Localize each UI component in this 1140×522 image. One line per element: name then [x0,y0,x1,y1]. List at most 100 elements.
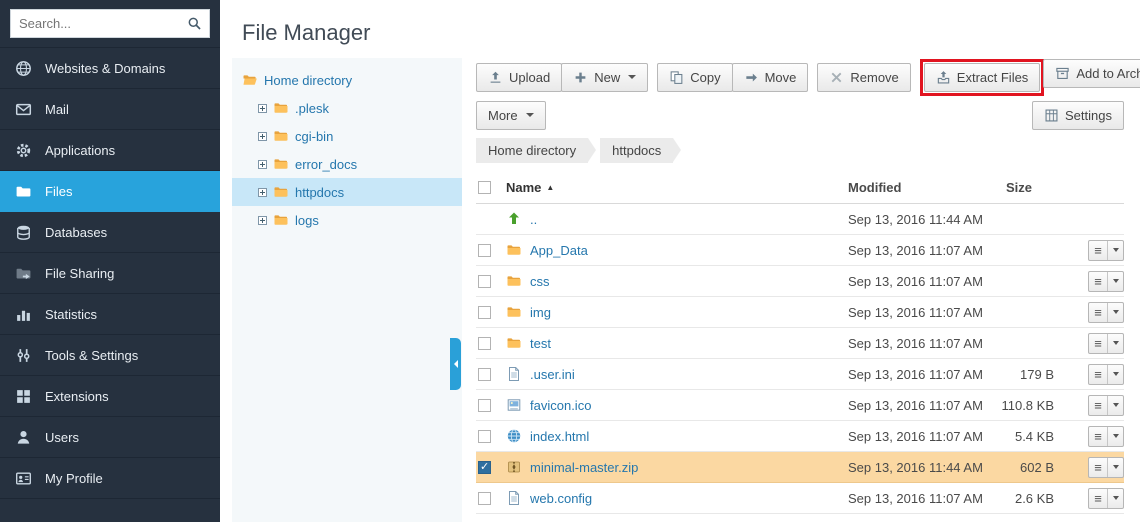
new-button[interactable]: New [561,63,648,92]
copy-button[interactable]: Copy [657,63,732,92]
breadcrumb-home-directory[interactable]: Home directory [476,138,588,163]
file-name-link[interactable]: favicon.ico [530,398,591,413]
sidebar-item-tools-settings[interactable]: Tools & Settings [0,335,220,376]
row-checkbox[interactable] [478,492,491,505]
file-row-test[interactable]: test Sep 13, 2016 11:07 AM ≡ [476,328,1124,359]
zip-file-icon [506,459,530,475]
statistics-icon [15,306,32,323]
file-table-header: Name ▲ Modified Size [476,172,1124,204]
column-header-modified[interactable]: Modified [848,180,998,195]
row-menu-button[interactable]: ≡ [1088,240,1124,261]
chevron-down-icon [1108,396,1123,415]
row-checkbox[interactable] [478,368,491,381]
add-to-archive-label: Add to Archive [1076,66,1140,81]
file-name-link[interactable]: .user.ini [530,367,575,382]
tree-item-error-docs[interactable]: error_docs [232,150,462,178]
row-menu-button[interactable]: ≡ [1088,271,1124,292]
chevron-down-icon [1108,427,1123,446]
tree-item-logs[interactable]: logs [232,206,462,234]
sidebar-item-files[interactable]: Files [0,171,220,212]
move-button[interactable]: Move [732,63,809,92]
row-checkbox[interactable] [478,430,491,443]
row-checkbox[interactable] [478,337,491,350]
file-row-favicon-ico[interactable]: favicon.ico Sep 13, 2016 11:07 AM 110.8 … [476,390,1124,421]
expand-plus-icon[interactable] [258,104,267,113]
tree-item-home-directory[interactable]: Home directory [232,66,462,94]
file-row-index-html[interactable]: index.html Sep 13, 2016 11:07 AM 5.4 KB … [476,421,1124,452]
sidebar-item-websites-domains[interactable]: Websites & Domains [0,48,220,89]
extract-files-button[interactable]: Extract Files [924,63,1041,92]
tree-item-httpdocs[interactable]: httpdocs [232,178,462,206]
select-all-checkbox[interactable] [478,181,491,194]
profile-icon [15,470,32,487]
row-menu-button[interactable]: ≡ [1088,395,1124,416]
sidebar-item-statistics[interactable]: Statistics [0,294,220,335]
row-checkbox[interactable] [478,306,491,319]
column-header-name[interactable]: Name ▲ [506,180,848,195]
file-name-link[interactable]: css [530,274,550,289]
file-name-link[interactable]: web.config [530,491,592,506]
row-checkbox[interactable] [478,275,491,288]
move-label: Move [765,70,797,85]
file-row-web-config[interactable]: web.config Sep 13, 2016 11:07 AM 2.6 KB … [476,483,1124,514]
file-name-link[interactable]: test [530,336,551,351]
file-row-img[interactable]: img Sep 13, 2016 11:07 AM ≡ [476,297,1124,328]
file-row-css[interactable]: css Sep 13, 2016 11:07 AM ≡ [476,266,1124,297]
sidebar-item-file-sharing[interactable]: File Sharing [0,253,220,294]
sidebar-item-extensions[interactable]: Extensions [0,376,220,417]
sidebar-item-my-profile[interactable]: My Profile [0,458,220,499]
add-to-archive-button[interactable]: Add to Archive [1043,59,1140,88]
sidebar-item-applications[interactable]: Applications [0,130,220,171]
sidebar-item-label: Users [45,430,79,445]
row-menu-button[interactable]: ≡ [1088,488,1124,509]
hamburger-icon: ≡ [1089,365,1108,384]
row-menu-button[interactable]: ≡ [1088,426,1124,447]
expand-plus-icon[interactable] [258,216,267,225]
tree-item-plesk[interactable]: .plesk [232,94,462,122]
file-name-link[interactable]: img [530,305,551,320]
sidebar-item-users[interactable]: Users [0,417,220,458]
open-folder-icon [242,72,258,88]
sidebar-item-databases[interactable]: Databases [0,212,220,253]
settings-grid-icon [1044,108,1059,123]
sidebar-item-label: Websites & Domains [45,61,165,76]
column-header-size[interactable]: Size [998,180,1080,195]
row-menu-button[interactable]: ≡ [1088,333,1124,354]
upload-button[interactable]: Upload [476,63,562,92]
row-menu-button[interactable]: ≡ [1088,364,1124,385]
file-modified: Sep 13, 2016 11:07 AM [848,305,998,320]
sidebar-item-label: File Sharing [45,266,114,281]
breadcrumb-httpdocs[interactable]: httpdocs [600,138,673,163]
remove-button[interactable]: Remove [817,63,910,92]
row-menu-button[interactable]: ≡ [1088,302,1124,323]
hamburger-icon: ≡ [1089,427,1108,446]
tree-item-cgi-bin[interactable]: cgi-bin [232,122,462,150]
html-file-icon [506,428,530,444]
file-row[interactable]: .. Sep 13, 2016 11:44 AM ≡ [476,204,1124,235]
file-modified: Sep 13, 2016 11:44 AM [848,212,998,227]
file-name-link[interactable]: minimal-master.zip [530,460,638,475]
file-row-user-ini[interactable]: .user.ini Sep 13, 2016 11:07 AM 179 B ≡ [476,359,1124,390]
file-name-link[interactable]: App_Data [530,243,588,258]
row-checkbox[interactable] [478,244,491,257]
expand-plus-icon[interactable] [258,160,267,169]
file-modified: Sep 13, 2016 11:07 AM [848,336,998,351]
expand-plus-icon[interactable] [258,132,267,141]
more-button[interactable]: More [476,101,546,130]
tree-collapse-handle[interactable] [450,338,461,390]
sidebar-item-mail[interactable]: Mail [0,89,220,130]
file-name-link[interactable]: .. [530,212,537,227]
chevron-down-icon [526,113,534,117]
row-menu-button[interactable]: ≡ [1088,457,1124,478]
extract-icon [936,70,951,85]
file-name-link[interactable]: index.html [530,429,589,444]
settings-button[interactable]: Settings [1032,101,1124,130]
file-row-minimal-master-zip[interactable]: minimal-master.zip Sep 13, 2016 11:44 AM… [476,452,1124,483]
expand-plus-icon[interactable] [258,188,267,197]
search-button[interactable] [179,10,209,37]
move-icon [744,70,759,85]
row-checkbox[interactable] [478,399,491,412]
row-checkbox[interactable] [478,461,491,474]
file-row-app-data[interactable]: App_Data Sep 13, 2016 11:07 AM ≡ [476,235,1124,266]
search-input[interactable] [11,16,179,31]
